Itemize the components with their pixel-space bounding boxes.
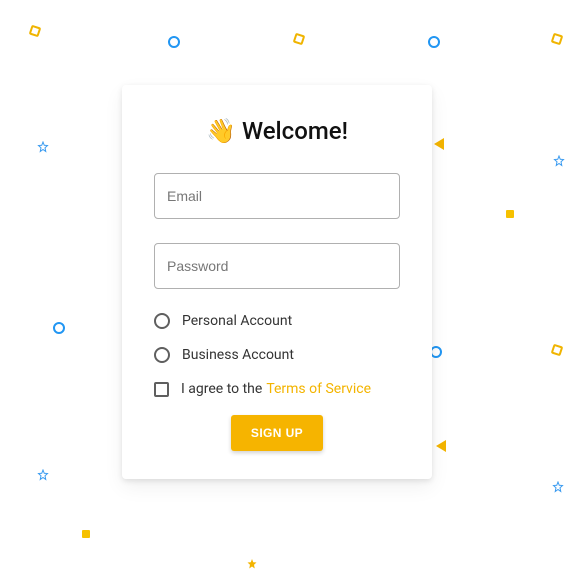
- account-type-business[interactable]: Business Account: [154, 347, 400, 363]
- confetti-circle-icon: [53, 322, 65, 334]
- email-field[interactable]: [154, 173, 400, 219]
- confetti-circle-icon: [428, 36, 440, 48]
- confetti-square-icon: [29, 25, 42, 38]
- confetti-circle-icon: [168, 36, 180, 48]
- confetti-square-icon: [551, 33, 564, 46]
- agree-tos-row[interactable]: I agree to the Terms of Service: [154, 381, 400, 397]
- password-field[interactable]: [154, 243, 400, 289]
- radio-icon: [154, 313, 170, 329]
- signup-button[interactable]: SIGN UP: [231, 415, 323, 451]
- confetti-triangle-icon: [436, 440, 446, 452]
- confetti-square-icon: [293, 33, 306, 46]
- confetti-star-icon: [553, 155, 565, 167]
- option-label: Business Account: [182, 347, 294, 363]
- title-text: Welcome!: [242, 117, 348, 145]
- tos-link[interactable]: Terms of Service: [266, 381, 371, 397]
- confetti-star-icon: [37, 141, 49, 153]
- option-label: Personal Account: [182, 313, 292, 329]
- account-type-personal[interactable]: Personal Account: [154, 313, 400, 329]
- confetti-star-icon: [37, 469, 49, 481]
- checkbox-icon: [154, 382, 169, 397]
- agree-label: I agree to the: [181, 381, 262, 397]
- confetti-square-fill-icon: [82, 530, 90, 538]
- confetti-square-icon: [551, 344, 564, 357]
- confetti-triangle-icon: [434, 138, 444, 150]
- radio-icon: [154, 347, 170, 363]
- signup-card: 👋Welcome! Personal Account Business Acco…: [122, 85, 432, 479]
- confetti-star-icon: [552, 481, 564, 493]
- page-title: 👋Welcome!: [154, 117, 400, 145]
- confetti-square-fill-icon: [506, 210, 514, 218]
- wave-icon: 👋: [206, 117, 236, 145]
